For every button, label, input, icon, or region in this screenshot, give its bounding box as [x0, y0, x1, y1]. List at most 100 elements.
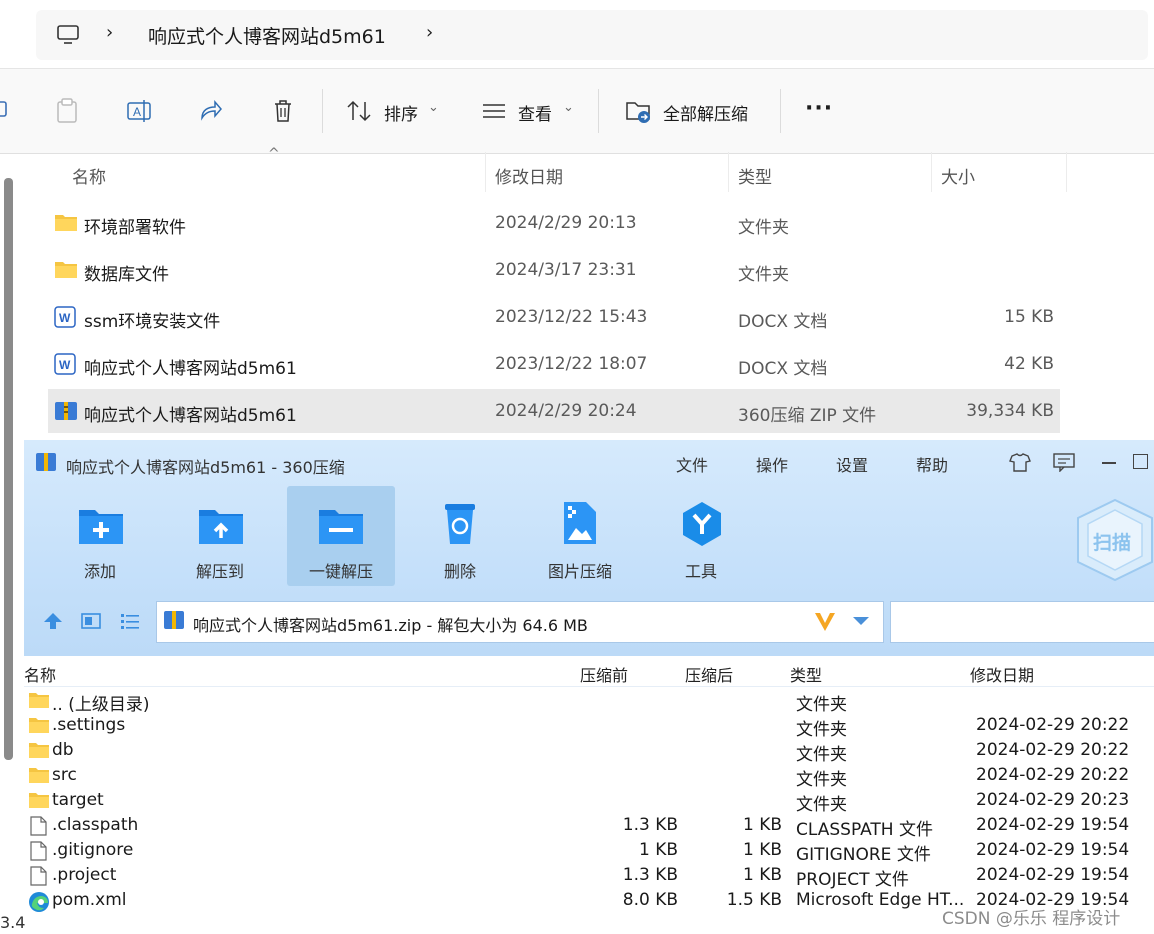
zip-col-after[interactable]: 压缩后 — [685, 662, 733, 686]
archive-path: 响应式个人博客网站d5m61.zip - 解包大小为 64.6 MB — [193, 616, 588, 635]
file-modified: 2024/2/29 20:13 — [495, 213, 637, 233]
breadcrumb-current[interactable]: 响应式个人博客网站d5m61 — [148, 22, 386, 49]
zip-col-name[interactable]: 名称 — [24, 662, 56, 686]
column-header-modified[interactable]: 修改日期 — [495, 163, 563, 188]
column-header-size[interactable]: 大小 — [941, 163, 975, 188]
menu-operate[interactable]: 操作 — [756, 452, 788, 476]
menu-help[interactable]: 帮助 — [916, 452, 948, 476]
folder-icon — [55, 215, 77, 231]
add-folder-icon — [79, 510, 123, 544]
search-field[interactable] — [890, 601, 1154, 643]
docx-icon: W — [54, 353, 76, 375]
more-options-icon[interactable]: ··· — [805, 96, 833, 121]
file-type: DOCX 文档 — [738, 359, 828, 379]
extract-to-button[interactable]: 解压到 — [166, 486, 274, 586]
archive-entry[interactable]: .project 1.3 KB 1 KB PROJECT 文件 2024-02-… — [24, 863, 1154, 890]
file-size: 15 KB — [1004, 307, 1054, 327]
edge-fragment-text: 3.4 — [0, 913, 26, 932]
folder-icon — [29, 793, 49, 808]
zip-window-title: 响应式个人博客网站d5m61 - 360压缩 — [66, 458, 345, 477]
menu-file[interactable]: 文件 — [676, 452, 708, 476]
zip-icon — [164, 611, 184, 629]
file-name: 数据库文件 — [84, 265, 169, 285]
add-button[interactable]: 添加 — [46, 486, 154, 586]
chevron-down-icon[interactable]: ⌄ — [428, 100, 439, 115]
extract-all-icon[interactable] — [625, 98, 653, 124]
svg-text:A: A — [133, 105, 141, 119]
archive-entry[interactable]: db 文件夹 2024-02-29 20:22 — [24, 738, 1154, 765]
minimize-icon[interactable] — [1102, 462, 1116, 464]
file-icon — [30, 816, 47, 836]
file-type: DOCX 文档 — [738, 312, 828, 332]
file-row[interactable]: 数据库文件 2024/3/17 23:31 文件夹 — [48, 248, 1060, 292]
file-row[interactable]: W ssm环境安装文件 2023/12/22 15:43 DOCX 文档 15 … — [48, 295, 1060, 339]
image-compress-button[interactable]: 图片压缩 — [526, 486, 634, 586]
file-icon — [30, 841, 47, 861]
file-modified: 2023/12/22 15:43 — [495, 307, 648, 327]
extract-folder-icon — [199, 510, 243, 544]
sort-icon[interactable] — [346, 99, 374, 123]
maximize-icon[interactable] — [1133, 454, 1148, 469]
svg-text:W: W — [59, 311, 71, 325]
file-type: 文件夹 — [738, 218, 789, 238]
zip-col-type[interactable]: 类型 — [790, 662, 822, 686]
sort-asc-icon: ^ — [268, 146, 280, 162]
file-type: 360压缩 ZIP 文件 — [738, 406, 877, 426]
one-click-extract-icon — [319, 510, 363, 544]
menu-settings[interactable]: 设置 — [836, 452, 868, 476]
file-row[interactable]: 环境部署软件 2024/2/29 20:13 文件夹 — [48, 201, 1060, 245]
recycle-bin-icon — [445, 504, 475, 544]
up-arrow-icon[interactable] — [42, 611, 64, 631]
scan-label[interactable]: 扫描 — [1093, 528, 1131, 555]
paste-icon[interactable] — [55, 98, 79, 124]
image-compress-icon — [564, 502, 596, 544]
feedback-icon[interactable] — [1052, 452, 1076, 472]
archive-entry[interactable]: .settings 文件夹 2024-02-29 20:22 — [24, 713, 1154, 740]
zip-col-before[interactable]: 压缩前 — [580, 662, 628, 686]
rename-icon[interactable]: A — [126, 98, 152, 124]
chevron-down-icon[interactable]: ⌄ — [563, 100, 574, 115]
view-button[interactable]: 查看 — [518, 100, 552, 125]
zip-icon — [55, 402, 77, 420]
folder-icon — [29, 693, 49, 708]
file-modified: 2023/12/22 18:07 — [495, 354, 648, 374]
svg-text:W: W — [59, 358, 71, 372]
view-icon[interactable] — [481, 101, 507, 121]
file-row-selected[interactable]: 响应式个人博客网站d5m61 2024/2/29 20:24 360压缩 ZIP… — [48, 389, 1060, 433]
extract-all-button[interactable]: 全部解压缩 — [663, 100, 748, 125]
file-name: 响应式个人博客网站d5m61 — [84, 359, 297, 379]
chevron-right-icon[interactable]: › — [106, 22, 113, 43]
watermark: CSDN @乐乐 程序设计 — [942, 909, 1121, 929]
file-size: 42 KB — [1004, 354, 1054, 374]
archive-entry[interactable]: .. (上级目录) 文件夹 — [24, 688, 1154, 715]
column-header-type[interactable]: 类型 — [738, 163, 772, 188]
file-icon — [30, 866, 47, 886]
sort-button[interactable]: 排序 — [384, 100, 418, 125]
vertical-scrollbar[interactable] — [4, 178, 13, 760]
v-logo-icon[interactable] — [812, 610, 838, 634]
thumbnail-view-icon[interactable] — [80, 611, 102, 631]
chevron-right-icon[interactable]: › — [426, 22, 433, 43]
skin-icon[interactable] — [1008, 452, 1032, 472]
folder-icon — [29, 718, 49, 733]
file-name: 响应式个人博客网站d5m61 — [84, 406, 297, 426]
dropdown-arrow-icon[interactable] — [852, 615, 870, 627]
partial-icon[interactable] — [0, 98, 10, 122]
file-size: 39,334 KB — [966, 401, 1054, 421]
file-row[interactable]: W 响应式个人博客网站d5m61 2023/12/22 18:07 DOCX 文… — [48, 342, 1060, 386]
archive-entry[interactable]: target 文件夹 2024-02-29 20:23 — [24, 788, 1154, 815]
delete-icon[interactable] — [270, 98, 296, 124]
tools-button[interactable]: 工具 — [647, 486, 755, 586]
archive-entry[interactable]: .classpath 1.3 KB 1 KB CLASSPATH 文件 2024… — [24, 813, 1154, 840]
share-icon[interactable] — [198, 98, 224, 124]
file-type: 文件夹 — [738, 265, 789, 285]
archive-entry[interactable]: src 文件夹 2024-02-29 20:22 — [24, 763, 1154, 790]
folder-icon — [29, 743, 49, 758]
delete-button[interactable]: 删除 — [406, 486, 514, 586]
computer-icon[interactable] — [56, 23, 80, 47]
column-header-name[interactable]: 名称 — [72, 163, 106, 188]
list-view-icon[interactable] — [119, 611, 141, 631]
one-click-extract-button[interactable]: 一键解压 — [287, 486, 395, 586]
zip-col-modified[interactable]: 修改日期 — [970, 662, 1034, 686]
archive-entry[interactable]: .gitignore 1 KB 1 KB GITIGNORE 文件 2024-0… — [24, 838, 1154, 865]
